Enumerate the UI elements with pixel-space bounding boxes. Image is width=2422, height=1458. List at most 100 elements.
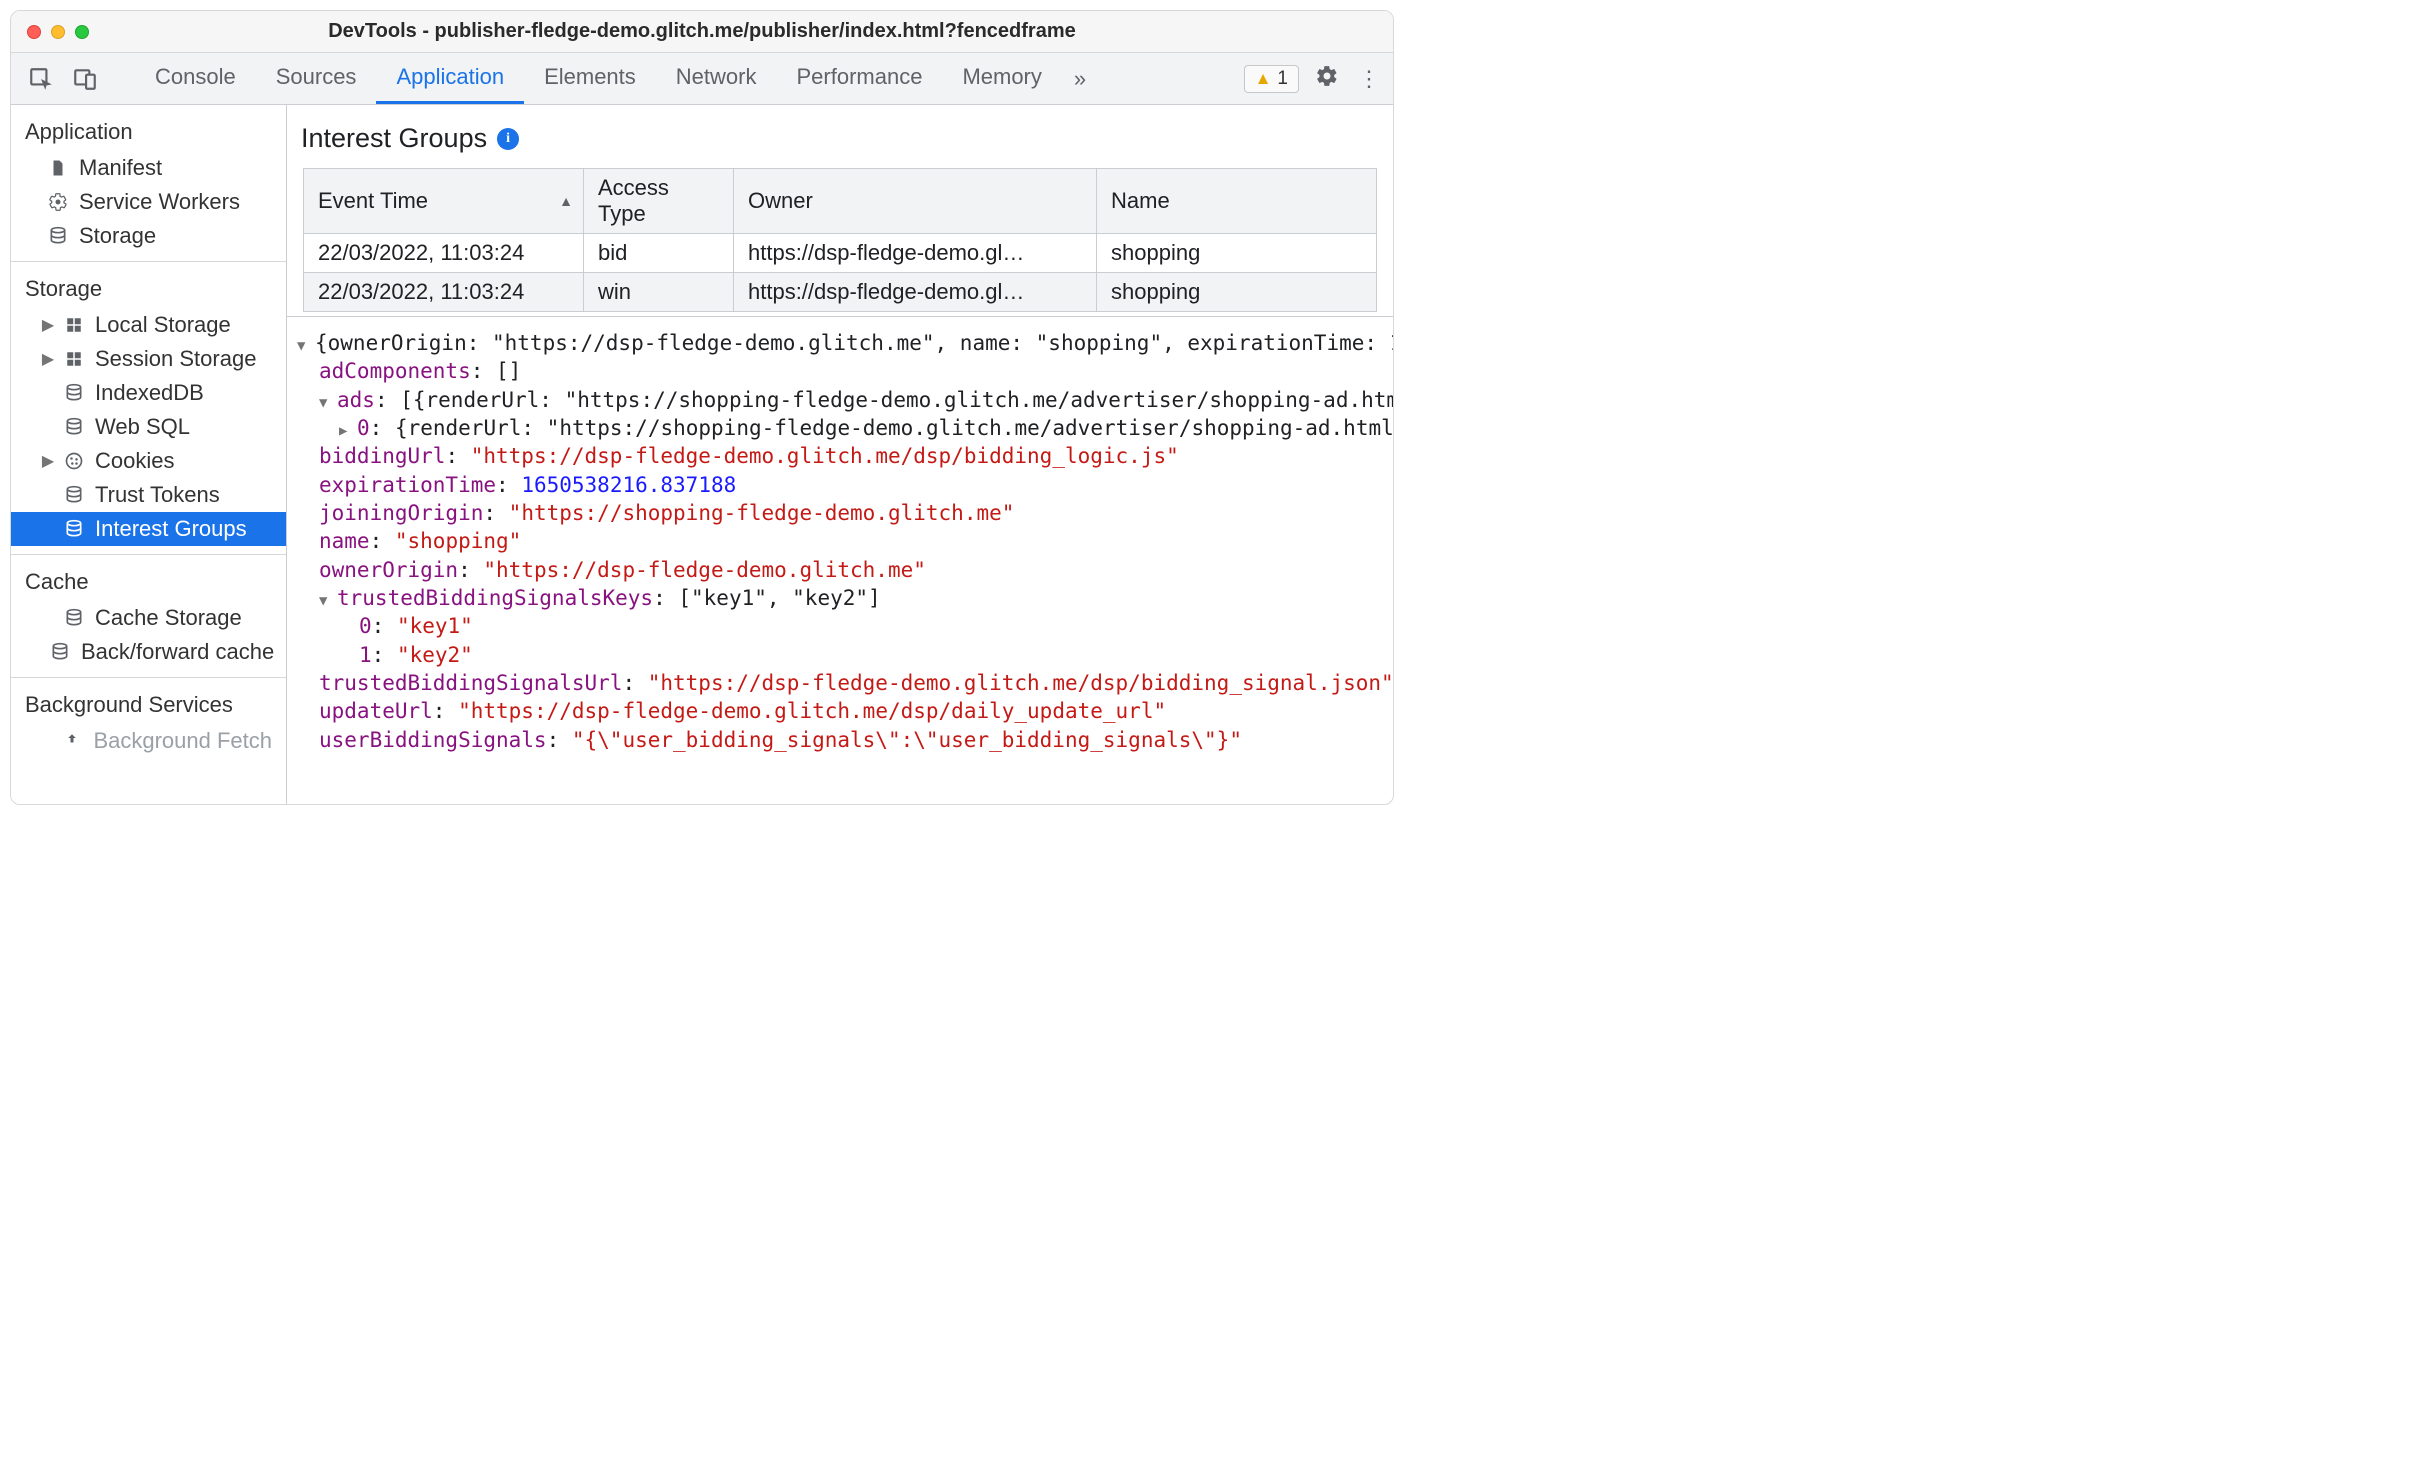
sidebar-item-label: Back/forward cache (81, 639, 274, 665)
tab-elements[interactable]: Elements (524, 53, 656, 104)
sidebar-item-label: Cookies (95, 448, 174, 474)
database-icon (47, 226, 69, 246)
database-icon (63, 417, 85, 437)
detail-joiningorigin[interactable]: joiningOrigin: "https://shopping-fledge-… (287, 499, 1393, 527)
col-event-time[interactable]: Event Time▲ (304, 169, 584, 234)
inspect-element-button[interactable] (19, 57, 63, 101)
cell-name: shopping (1097, 234, 1377, 273)
gear-icon (47, 192, 69, 212)
sidebar-section-bg-services: Background Services (11, 678, 286, 724)
detail-tbsk[interactable]: ▼trustedBiddingSignalsKeys: ["key1", "ke… (287, 584, 1393, 612)
detail-ownerorigin[interactable]: ownerOrigin: "https://dsp-fledge-demo.gl… (287, 556, 1393, 584)
panel-tabs: Console Sources Application Elements Net… (135, 53, 1062, 104)
sidebar-item-label: Trust Tokens (95, 482, 220, 508)
sidebar-section-storage: Storage (11, 262, 286, 308)
collapse-icon: ▼ (297, 337, 315, 356)
table-header-row: Event Time▲ Access Type Owner Name (304, 169, 1377, 234)
close-window-button[interactable] (27, 25, 41, 39)
col-owner[interactable]: Owner (734, 169, 1097, 234)
zoom-window-button[interactable] (75, 25, 89, 39)
tab-application[interactable]: Application (376, 53, 524, 104)
issues-count: 1 (1277, 68, 1288, 90)
grid-icon (63, 316, 85, 334)
warning-icon: ▲ (1255, 69, 1272, 89)
device-toggle-button[interactable] (63, 57, 107, 101)
minimize-window-button[interactable] (51, 25, 65, 39)
sidebar-item-bf-cache[interactable]: Back/forward cache (11, 635, 286, 669)
detail-ads[interactable]: ▼ads: [{renderUrl: "https://shopping-fle… (287, 386, 1393, 414)
grid-icon (63, 350, 85, 368)
cell-name: shopping (1097, 273, 1377, 312)
col-access-type[interactable]: Access Type (584, 169, 734, 234)
sidebar-item-label: Session Storage (95, 346, 256, 372)
detail-view[interactable]: ▼{ownerOrigin: "https://dsp-fledge-demo.… (287, 316, 1393, 804)
cell-owner: https://dsp-fledge-demo.gl… (734, 273, 1097, 312)
database-icon (63, 519, 85, 539)
table-row[interactable]: 22/03/2022, 11:03:24 bid https://dsp-fle… (304, 234, 1377, 273)
database-icon (49, 642, 71, 662)
expand-icon: ▶ (41, 315, 55, 335)
sidebar-item-session-storage[interactable]: ▶ Session Storage (11, 342, 286, 376)
sidebar-item-local-storage[interactable]: ▶ Local Storage (11, 308, 286, 342)
sidebar-item-label: IndexedDB (95, 380, 204, 406)
sidebar-item-label: Service Workers (79, 189, 240, 215)
database-icon (63, 485, 85, 505)
tab-sources[interactable]: Sources (256, 53, 377, 104)
collapse-icon: ▼ (319, 394, 337, 413)
more-tabs-button[interactable]: » (1062, 53, 1098, 104)
cell-type: win (584, 273, 734, 312)
main-tabbar: Console Sources Application Elements Net… (11, 53, 1393, 105)
detail-name[interactable]: name: "shopping" (287, 527, 1393, 555)
settings-button[interactable] (1313, 64, 1341, 94)
file-icon (47, 158, 69, 178)
expand-icon: ▶ (41, 451, 55, 471)
sidebar-item-cache-storage[interactable]: Cache Storage (11, 601, 286, 635)
gear-icon (1315, 68, 1339, 93)
cookie-icon (63, 451, 85, 471)
expand-icon: ▶ (339, 422, 357, 441)
sidebar-item-interest-groups[interactable]: Interest Groups (11, 512, 286, 546)
cell-type: bid (584, 234, 734, 273)
application-sidebar[interactable]: Application Manifest Service Workers Sto… (11, 105, 287, 804)
sidebar-item-label: Local Storage (95, 312, 231, 338)
sidebar-item-trust-tokens[interactable]: Trust Tokens (11, 478, 286, 512)
sidebar-item-cookies[interactable]: ▶ Cookies (11, 444, 286, 478)
detail-header[interactable]: ▼{ownerOrigin: "https://dsp-fledge-demo.… (287, 329, 1393, 357)
sidebar-item-label: Cache Storage (95, 605, 242, 631)
detail-tbsk-1[interactable]: 1: "key2" (287, 641, 1393, 669)
sidebar-item-label: Web SQL (95, 414, 190, 440)
col-name[interactable]: Name (1097, 169, 1377, 234)
interest-groups-table: Event Time▲ Access Type Owner Name 22/03… (303, 168, 1377, 312)
detail-tbsk-0[interactable]: 0: "key1" (287, 612, 1393, 640)
sidebar-item-service-workers[interactable]: Service Workers (11, 185, 286, 219)
sidebar-item-label: Manifest (79, 155, 162, 181)
sidebar-section-application: Application (11, 105, 286, 151)
more-menu-button[interactable]: ⋮ (1355, 66, 1383, 92)
detail-ads-0[interactable]: ▶0: {renderUrl: "https://shopping-fledge… (287, 414, 1393, 442)
cell-time: 22/03/2022, 11:03:24 (304, 234, 584, 273)
info-icon[interactable]: i (497, 128, 519, 150)
sidebar-item-web-sql[interactable]: Web SQL (11, 410, 286, 444)
issues-badge[interactable]: ▲ 1 (1244, 65, 1299, 93)
pane-title: Interest Groups (301, 123, 487, 154)
table-row[interactable]: 22/03/2022, 11:03:24 win https://dsp-fle… (304, 273, 1377, 312)
sidebar-section-cache: Cache (11, 555, 286, 601)
detail-tbsu[interactable]: trustedBiddingSignalsUrl: "https://dsp-f… (287, 669, 1393, 697)
window-title: DevTools - publisher-fledge-demo.glitch.… (11, 20, 1393, 43)
tab-memory[interactable]: Memory (942, 53, 1061, 104)
tab-network[interactable]: Network (656, 53, 777, 104)
traffic-lights (11, 25, 89, 39)
detail-updateurl[interactable]: updateUrl: "https://dsp-fledge-demo.glit… (287, 697, 1393, 725)
detail-biddingurl[interactable]: biddingUrl: "https://dsp-fledge-demo.gli… (287, 442, 1393, 470)
sidebar-item-bg-fetch[interactable]: Background Fetch (11, 724, 286, 758)
tab-console[interactable]: Console (135, 53, 256, 104)
sidebar-item-manifest[interactable]: Manifest (11, 151, 286, 185)
sidebar-item-indexeddb[interactable]: IndexedDB (11, 376, 286, 410)
detail-expiration[interactable]: expirationTime: 1650538216.837188 (287, 471, 1393, 499)
sidebar-item-storage[interactable]: Storage (11, 219, 286, 253)
tab-performance[interactable]: Performance (776, 53, 942, 104)
sort-asc-icon: ▲ (559, 193, 573, 209)
detail-userbidsig[interactable]: userBiddingSignals: "{\"user_bidding_sig… (287, 726, 1393, 754)
database-icon (63, 608, 85, 628)
detail-adcomponents[interactable]: adComponents: [] (287, 357, 1393, 385)
